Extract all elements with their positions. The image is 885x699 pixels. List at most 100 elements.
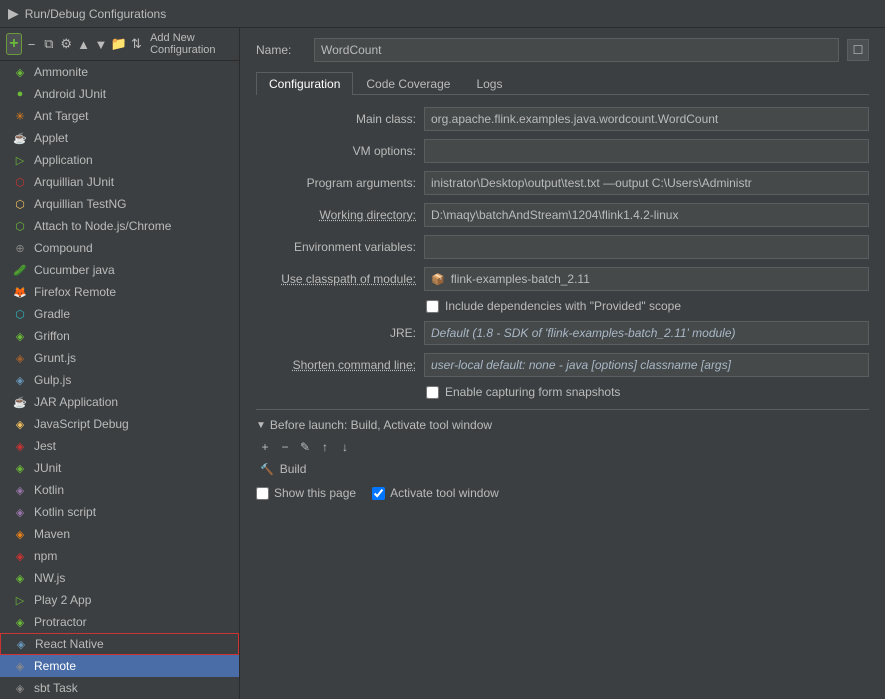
item-label-junit: JUnit [34,461,61,475]
item-icon-firefox: 🦊 [12,284,28,300]
shorten-cmdline-select[interactable]: user-local default: none - java [options… [424,353,869,377]
module-value: flink-examples-batch_2.11 [451,272,590,286]
list-item-play2[interactable]: ▷Play 2 App [0,589,239,611]
program-args-row: Program arguments: [256,171,869,195]
activate-tool-window-item: Activate tool window [372,486,499,500]
list-item-gulp[interactable]: ◈Gulp.js [0,369,239,391]
list-item-kotlin-script[interactable]: ◈Kotlin script [0,501,239,523]
item-icon-arquillian-junit: ⬡ [12,174,28,190]
before-up-button[interactable]: ↑ [316,438,334,456]
item-icon-kotlin-script: ◈ [12,504,28,520]
list-item-compound[interactable]: ⊕Compound [0,237,239,259]
list-item-firefox[interactable]: 🦊 Firefox Remote [0,281,239,303]
item-label-jest: Jest [34,439,56,453]
list-item-grunt[interactable]: ◈Grunt.js [0,347,239,369]
module-select[interactable]: 📦 flink-examples-batch_2.11 [424,267,869,291]
list-item-attach-node[interactable]: ⬡Attach to Node.js/Chrome [0,215,239,237]
title-icon: ▶ [8,5,19,22]
bottom-options-row: Show this page Activate tool window [256,478,869,500]
item-icon-cucumber: 🥒 [12,262,28,278]
list-item-nwjs[interactable]: ◈NW.js [0,567,239,589]
working-dir-input[interactable] [424,203,869,227]
list-item-android-junit[interactable]: ●Android JUnit [0,83,239,105]
tab-configuration[interactable]: Configuration [256,72,353,95]
move-configuration-button[interactable]: ⚙ [59,33,74,55]
list-item-ammonite[interactable]: ◈Ammonite [0,61,239,83]
move-down-button[interactable]: ▼ [93,33,108,55]
copy-configuration-button[interactable]: ⧉ [41,33,56,55]
share-button[interactable]: ☐ [847,39,869,61]
main-class-input[interactable] [424,107,869,131]
jre-select[interactable]: Default (1.8 - SDK of 'flink-examples-ba… [424,321,869,345]
item-label-applet: Applet [34,131,68,145]
item-icon-compound: ⊕ [12,240,28,256]
include-deps-checkbox[interactable] [426,300,439,313]
activate-tool-checkbox[interactable] [372,487,385,500]
tab-coverage[interactable]: Code Coverage [353,72,463,95]
before-remove-button[interactable]: − [276,438,294,456]
item-label-ammonite: Ammonite [34,65,88,79]
sort-button[interactable]: ⇅ [129,33,144,55]
config-form: Main class: VM options: Program argument… [256,107,869,399]
item-icon-js-debug: ◈ [12,416,28,432]
program-args-label: Program arguments: [256,176,416,190]
build-label: Build [280,462,307,476]
enable-snapshots-label: Enable capturing form snapshots [445,385,620,399]
list-item-js-debug[interactable]: ◈JavaScript Debug [0,413,239,435]
list-item-ant-target[interactable]: ✳Ant Target [0,105,239,127]
list-item-react-native[interactable]: ◈React Native [0,633,239,655]
item-label-gulp: Gulp.js [34,373,71,387]
program-args-input[interactable] [424,171,869,195]
item-icon-protractor: ◈ [12,614,28,630]
list-item-arquillian-junit[interactable]: ⬡Arquillian JUnit [0,171,239,193]
list-item-kotlin[interactable]: ◈Kotlin [0,479,239,501]
list-item-junit[interactable]: ◈JUnit [0,457,239,479]
list-item-griffon[interactable]: ◈Griffon [0,325,239,347]
show-page-checkbox[interactable] [256,487,269,500]
item-label-firefox: Firefox Remote [34,285,116,299]
name-input[interactable] [314,38,839,62]
before-launch-header: ▼ Before launch: Build, Activate tool wi… [256,418,869,432]
item-label-kotlin: Kotlin [34,483,64,497]
item-icon-jest: ◈ [12,438,28,454]
item-label-remote: Remote [34,659,76,673]
list-item-cucumber[interactable]: 🥒 Cucumber java [0,259,239,281]
list-item-protractor[interactable]: ◈Protractor [0,611,239,633]
classpath-label: Use classpath of module: [256,272,416,286]
before-add-button[interactable]: + [256,438,274,456]
before-down-button[interactable]: ↓ [336,438,354,456]
env-vars-input[interactable] [424,235,869,259]
folder-button[interactable]: 📁 [111,33,127,55]
add-configuration-button[interactable]: + [6,33,22,55]
list-item-gradle[interactable]: ⬡Gradle [0,303,239,325]
left-panel: + − ⧉ ⚙ ▲ ▼ 📁 ⇅ Add New Configuration ◈A… [0,28,240,699]
list-item-applet[interactable]: ☕Applet [0,127,239,149]
toolbar: + − ⧉ ⚙ ▲ ▼ 📁 ⇅ Add New Configuration [0,28,239,61]
remove-configuration-button[interactable]: − [24,33,39,55]
item-icon-grunt: ◈ [12,350,28,366]
list-item-arquillian-testng[interactable]: ⬡Arquillian TestNG [0,193,239,215]
enable-snapshots-checkbox[interactable] [426,386,439,399]
item-icon-maven: ◈ [12,526,28,542]
move-up-button[interactable]: ▲ [76,33,91,55]
item-icon-remote: ◈ [12,658,28,674]
list-item-remote[interactable]: ◈ Remote [0,655,239,677]
module-icon: 📦 [431,273,445,286]
list-item-jest[interactable]: ◈ Jest [0,435,239,457]
list-item-application[interactable]: ▷Application [0,149,239,171]
config-list: ◈Ammonite●Android JUnit✳Ant Target☕Apple… [0,61,239,699]
item-icon-attach-node: ⬡ [12,218,28,234]
build-item: 🔨 Build [256,460,869,478]
classpath-row: Use classpath of module: 📦 flink-example… [256,267,869,291]
before-edit-button[interactable]: ✎ [296,438,314,456]
list-item-npm[interactable]: ◈npm [0,545,239,567]
vm-options-label: VM options: [256,144,416,158]
list-item-maven[interactable]: ◈Maven [0,523,239,545]
vm-options-input[interactable] [424,139,869,163]
item-label-cucumber: Cucumber java [34,263,115,277]
title-bar: ▶ Run/Debug Configurations [0,0,885,28]
tab-logs[interactable]: Logs [463,72,515,95]
list-item-jar-application[interactable]: ☕JAR Application [0,391,239,413]
build-icon: 🔨 [260,463,274,476]
list-item-sbt-task[interactable]: ◈sbt Task [0,677,239,699]
